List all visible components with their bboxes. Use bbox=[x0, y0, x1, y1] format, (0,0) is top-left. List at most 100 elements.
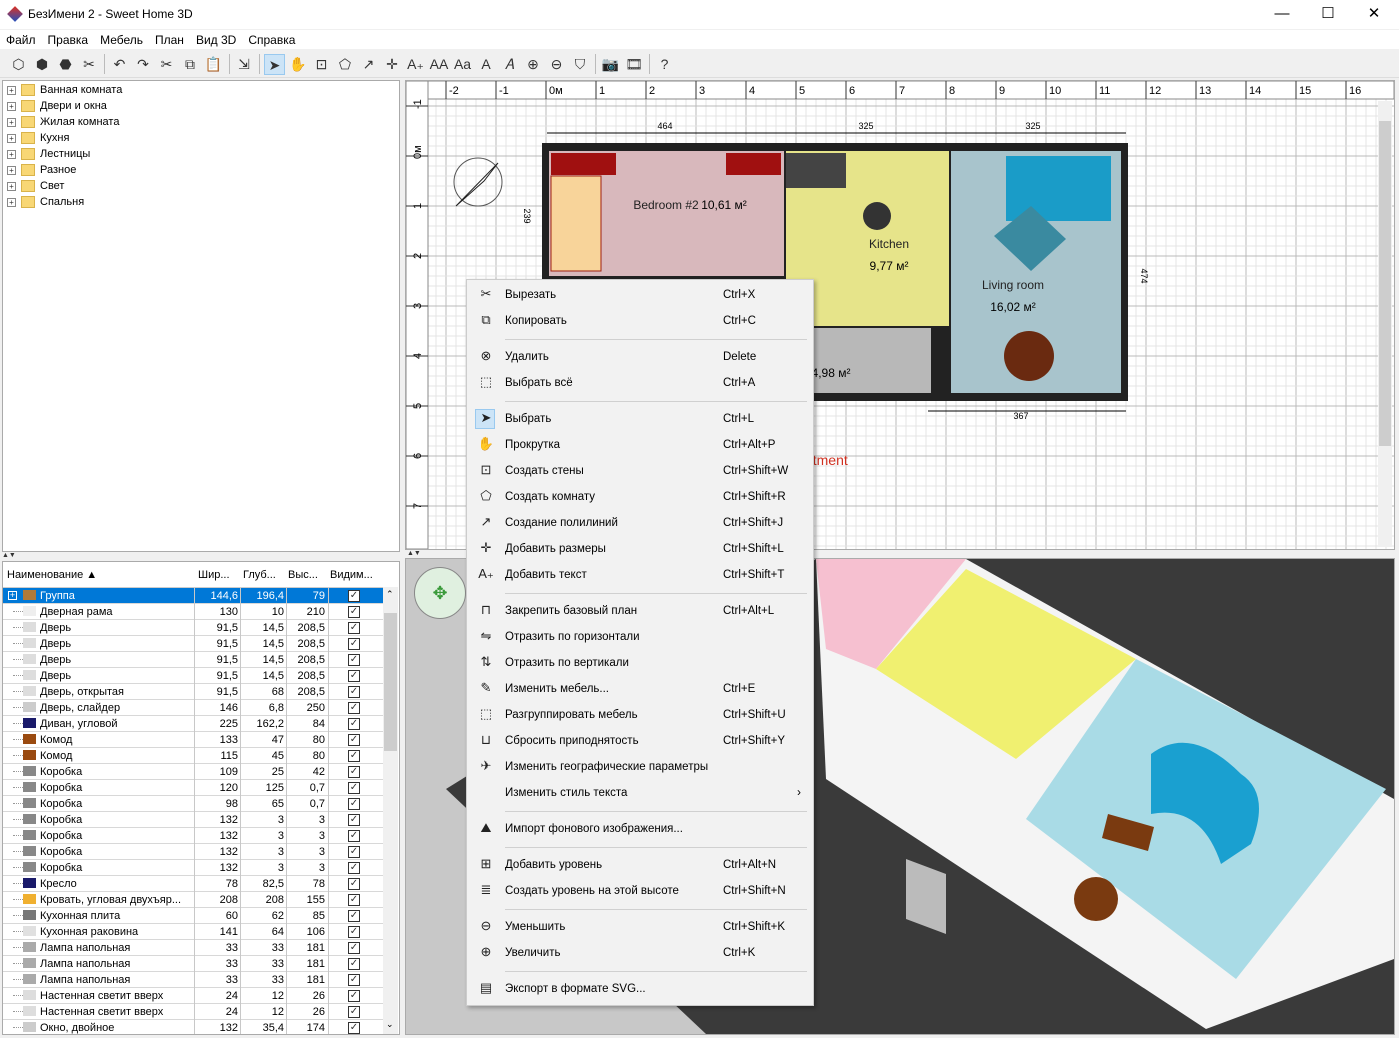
menu-item-add-level-same-elevation[interactable]: ≣ Создать уровень на этой высоте Ctrl+Shif… bbox=[467, 879, 813, 903]
table-row[interactable]: Комод 133 47 80 ✓ bbox=[3, 732, 383, 748]
paste-icon[interactable]: 📋 bbox=[203, 54, 224, 75]
add-furniture-icon[interactable]: ⇲ bbox=[234, 54, 255, 75]
zoom-out-icon[interactable]: ⊖ bbox=[546, 54, 567, 75]
visible-checkbox[interactable]: ✓ bbox=[348, 686, 360, 698]
visible-checkbox[interactable]: ✓ bbox=[348, 734, 360, 746]
bold-text-icon[interactable]: A bbox=[476, 54, 497, 75]
catalog-category[interactable]: + Свет bbox=[7, 178, 64, 194]
copy-icon[interactable]: ⧉ bbox=[180, 54, 201, 75]
menu-item-zoom-in[interactable]: ⊕ Увеличить Ctrl+K bbox=[467, 941, 813, 965]
select-mode-icon[interactable]: ➤ bbox=[264, 54, 285, 75]
menu-item-import-background[interactable]: ⛰ Импорт фонового изображения... bbox=[467, 817, 813, 841]
create-photo-icon[interactable]: ⛉ bbox=[570, 54, 591, 75]
table-row[interactable]: Коробка 98 65 0,7 ✓ bbox=[3, 796, 383, 812]
table-row[interactable]: Лампа напольная 33 33 181 ✓ bbox=[3, 972, 383, 988]
add-text-icon[interactable]: A₊ bbox=[405, 54, 426, 75]
visible-checkbox[interactable]: ✓ bbox=[348, 590, 360, 602]
visible-checkbox[interactable]: ✓ bbox=[348, 926, 360, 938]
furniture-table[interactable]: Наименование ▲ Шир... Глуб... Выс... Видим..… bbox=[2, 561, 400, 1035]
table-row[interactable]: Коробка 132 3 3 ✓ bbox=[3, 860, 383, 876]
menu-item-pan[interactable]: ✋ Прокрутка Ctrl+Alt+P bbox=[467, 433, 813, 457]
table-row[interactable]: Дверь 91,5 14,5 208,5 ✓ bbox=[3, 652, 383, 668]
column-header[interactable]: Наименование ▲ bbox=[7, 569, 97, 581]
expand-icon[interactable]: + bbox=[7, 85, 16, 95]
menu-item-ungroup[interactable]: ⬚ Разгруппировать мебель Ctrl+Shift+U bbox=[467, 703, 813, 727]
increase-text-icon[interactable]: AA bbox=[429, 54, 450, 75]
visible-checkbox[interactable]: ✓ bbox=[348, 766, 360, 778]
table-row[interactable]: Дверная рама 130 10 210 ✓ bbox=[3, 604, 383, 620]
help-icon[interactable]: ? bbox=[654, 54, 675, 75]
column-header[interactable]: Шир... bbox=[198, 569, 230, 581]
visible-checkbox[interactable]: ✓ bbox=[348, 942, 360, 954]
menu-item-lock-plan[interactable]: ⊓ Закрепить базовый план Ctrl+Alt+L bbox=[467, 599, 813, 623]
menu-item-create-rooms[interactable]: ⬠ Создать комнату Ctrl+Shift+R bbox=[467, 485, 813, 509]
menu-item-copy[interactable]: ⧉ Копировать Ctrl+C bbox=[467, 309, 813, 333]
catalog-category[interactable]: + Ванная комната bbox=[7, 82, 122, 98]
menu-item-cut[interactable]: ✂ Вырезать Ctrl+X bbox=[467, 283, 813, 307]
menu-1[interactable]: Правка bbox=[42, 30, 95, 47]
table-row[interactable]: Дверь 91,5 14,5 208,5 ✓ bbox=[3, 636, 383, 652]
table-row[interactable]: Коробка 120 125 0,7 ✓ bbox=[3, 780, 383, 796]
catalog-category[interactable]: + Двери и окна bbox=[7, 98, 107, 114]
navigation-arrows[interactable]: ✥ bbox=[414, 567, 466, 619]
catalog-category[interactable]: + Спальня bbox=[7, 194, 84, 210]
menu-item-reset-elevation[interactable]: ⊔ Сбросить приподнятость Ctrl+Shift+Y bbox=[467, 729, 813, 753]
visible-checkbox[interactable]: ✓ bbox=[348, 750, 360, 762]
expand-icon[interactable]: + bbox=[7, 181, 16, 191]
preferences-icon[interactable]: ✂ bbox=[79, 54, 100, 75]
zoom-in-icon[interactable]: ⊕ bbox=[523, 54, 544, 75]
menu-item-flip-vertical[interactable]: ⇅ Отразить по вертикали bbox=[467, 651, 813, 675]
table-row[interactable]: Коробка 132 3 3 ✓ bbox=[3, 828, 383, 844]
menu-item-create-polylines[interactable]: ↗ Создание полилиний Ctrl+Shift+J bbox=[467, 511, 813, 535]
table-row[interactable]: Лампа напольная 33 33 181 ✓ bbox=[3, 956, 383, 972]
decrease-text-icon[interactable]: Aa bbox=[452, 54, 473, 75]
menu-3[interactable]: План bbox=[149, 30, 190, 47]
horizontal-splitter[interactable]: ▲▼ bbox=[0, 552, 402, 560]
table-row[interactable]: Коробка 132 3 3 ✓ bbox=[3, 812, 383, 828]
menu-item-export-svg[interactable]: ▤ Экспорт в формате SVG... bbox=[467, 977, 813, 1001]
table-row[interactable]: Кухонная плита 60 62 85 ✓ bbox=[3, 908, 383, 924]
create-rooms-icon[interactable]: ⬠ bbox=[335, 54, 356, 75]
cut-icon[interactable]: ✂ bbox=[156, 54, 177, 75]
undo-icon[interactable]: ↶ bbox=[109, 54, 130, 75]
table-row[interactable]: Окно, двойное 132 35,4 174 ✓ bbox=[3, 1020, 383, 1034]
scroll-thumb[interactable] bbox=[384, 613, 397, 751]
expand-icon[interactable]: + bbox=[7, 165, 16, 175]
catalog-category[interactable]: + Разное bbox=[7, 162, 76, 178]
save-icon[interactable]: ⬣ bbox=[55, 54, 76, 75]
table-row[interactable]: Кресло 78 82,5 78 ✓ bbox=[3, 876, 383, 892]
menu-item-create-dimensions[interactable]: ✛ Добавить размеры Ctrl+Shift+L bbox=[467, 537, 813, 561]
table-row[interactable]: Дверь, открытая 91,5 68 208,5 ✓ bbox=[3, 684, 383, 700]
visible-checkbox[interactable]: ✓ bbox=[348, 846, 360, 858]
catalog-category[interactable]: + Лестницы bbox=[7, 146, 90, 162]
menu-item-select[interactable]: ➤ Выбрать Ctrl+L bbox=[467, 407, 813, 431]
visible-checkbox[interactable]: ✓ bbox=[348, 894, 360, 906]
visible-checkbox[interactable]: ✓ bbox=[348, 718, 360, 730]
table-row[interactable]: Коробка 109 25 42 ✓ bbox=[3, 764, 383, 780]
table-row[interactable]: Лампа напольная 33 33 181 ✓ bbox=[3, 940, 383, 956]
menu-2[interactable]: Мебель bbox=[94, 30, 149, 47]
visible-checkbox[interactable]: ✓ bbox=[348, 622, 360, 634]
visible-checkbox[interactable]: ✓ bbox=[348, 862, 360, 874]
visible-checkbox[interactable]: ✓ bbox=[348, 830, 360, 842]
menu-item-modify-furniture[interactable]: ✎ Изменить мебель... Ctrl+E bbox=[467, 677, 813, 701]
video-icon[interactable]: 🎞 bbox=[624, 54, 645, 75]
menu-0[interactable]: Файл bbox=[0, 30, 42, 47]
expand-icon[interactable]: + bbox=[7, 197, 16, 207]
menu-item-add-text[interactable]: A₊ Добавить текст Ctrl+Shift+T bbox=[467, 563, 813, 587]
table-row[interactable]: Коробка 132 3 3 ✓ bbox=[3, 844, 383, 860]
visible-checkbox[interactable]: ✓ bbox=[348, 878, 360, 890]
photo-icon[interactable]: 📷 bbox=[600, 54, 621, 75]
table-row[interactable]: + Группа 144,6 196,4 79 ✓ bbox=[3, 588, 383, 604]
catalog-category[interactable]: + Жилая комната bbox=[7, 114, 119, 130]
visible-checkbox[interactable]: ✓ bbox=[348, 910, 360, 922]
pan-mode-icon[interactable]: ✋ bbox=[288, 54, 309, 75]
visible-checkbox[interactable]: ✓ bbox=[348, 958, 360, 970]
column-header[interactable]: Глуб... bbox=[243, 569, 276, 581]
italic-text-icon[interactable]: 𝐴 bbox=[499, 54, 520, 75]
scroll-down-icon[interactable]: ⌄ bbox=[386, 1019, 394, 1030]
open-icon[interactable]: ⬢ bbox=[32, 54, 53, 75]
scroll-up-icon[interactable]: ⌃ bbox=[386, 589, 394, 600]
minimize-button[interactable]: — bbox=[1259, 0, 1305, 29]
column-header[interactable]: Выс... bbox=[288, 569, 318, 581]
